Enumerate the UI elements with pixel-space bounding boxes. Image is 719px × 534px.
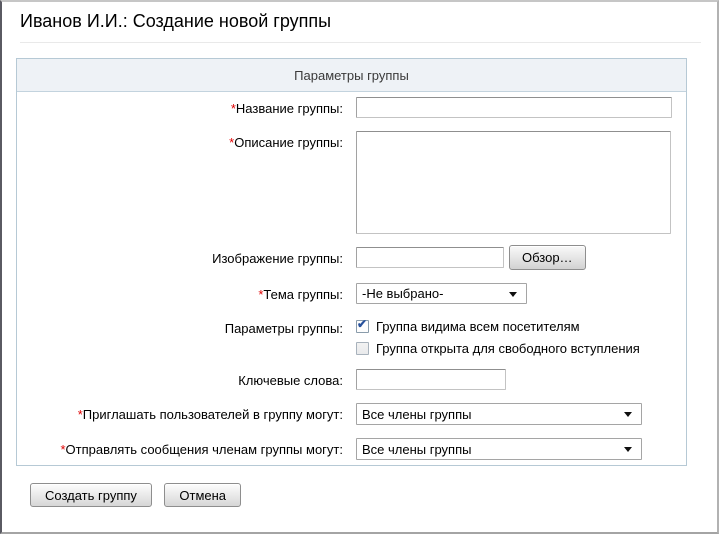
form-row-invite: *Приглашать пользователей в группу могут… [17,403,686,425]
check-icon: ✔ [357,317,367,331]
form-row-image: Изображение группы: Обзор… [17,247,686,270]
invite-permission-select[interactable]: Все члены группы [356,403,642,425]
checkbox-line-visible: ✔ Группа видима всем посетителям [356,319,640,334]
group-theme-label: Тема группы: [263,287,343,302]
group-create-form: Параметры группы *Название группы: *Опис… [16,58,687,466]
keywords-input[interactable] [356,369,506,390]
chevron-down-icon [509,292,517,297]
group-description-label: Описание группы: [234,135,343,150]
group-visible-checkbox[interactable]: ✔ [356,320,369,333]
form-row-description: *Описание группы: [17,131,686,234]
form-row-keywords: Ключевые слова: [17,369,686,390]
theme-select[interactable]: -Не выбрано- [356,283,527,304]
chevron-down-icon [624,412,632,417]
chevron-down-icon [624,447,632,452]
form-row-message: *Отправлять сообщения членам группы могу… [17,438,686,460]
create-group-button[interactable]: Создать группу [30,483,152,507]
group-open-checkbox[interactable] [356,342,369,355]
group-image-label: Изображение группы: [212,251,343,266]
message-permission-label: Отправлять сообщения членам группы могут… [66,442,343,457]
checkbox-line-open: Группа открыта для свободного вступления [356,341,640,356]
group-visible-checkbox-label: Группа видима всем посетителям [376,319,580,334]
keywords-label: Ключевые слова: [238,373,343,388]
group-params-label: Параметры группы: [225,321,343,336]
form-buttons-row: Создать группу Отмена [30,483,717,507]
form-section-header: Параметры группы [17,59,686,92]
group-open-checkbox-label: Группа открыта для свободного вступления [376,341,640,356]
page-title: Иванов И.И.: Создание новой группы [20,11,717,32]
window: Иванов И.И.: Создание новой группы Парам… [0,0,719,534]
group-name-input[interactable] [356,97,672,118]
group-image-file-input[interactable] [356,247,504,268]
message-permission-select-value: Все члены группы [362,442,471,457]
cancel-button[interactable]: Отмена [164,483,241,507]
group-description-textarea[interactable] [356,131,671,234]
invite-permission-select-value: Все члены группы [362,407,471,422]
title-divider [20,42,701,43]
theme-select-value: -Не выбрано- [362,286,443,301]
group-name-label: Название группы: [236,101,343,116]
form-row-params: Параметры группы: ✔ Группа видима всем п… [17,317,686,356]
invite-permission-label: Приглашать пользователей в группу могут: [83,407,343,422]
form-row-theme: *Тема группы: -Не выбрано- [17,283,686,304]
form-row-name: *Название группы: [17,97,686,118]
form-body: *Название группы: *Описание группы: Изоб… [17,92,686,465]
message-permission-select[interactable]: Все члены группы [356,438,642,460]
params-checkbox-group: ✔ Группа видима всем посетителям Группа … [356,317,640,356]
browse-button[interactable]: Обзор… [509,245,586,270]
